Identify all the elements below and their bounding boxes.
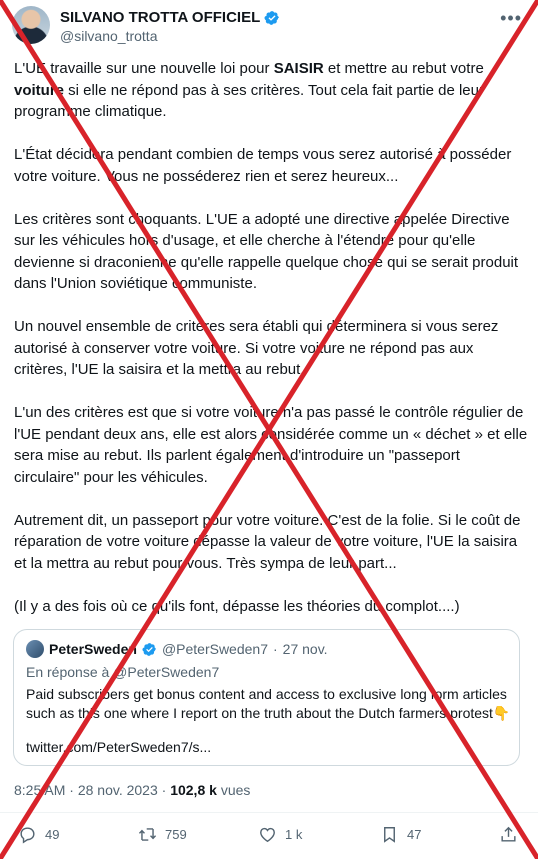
tweet-text-run: Autrement dit, un passeport pour votre v… — [14, 511, 521, 572]
tweet-text-run: L'UE travaille sur une nouvelle loi pour — [14, 60, 274, 77]
tweet-bold-text: SAISIR — [273, 60, 324, 77]
tweet-text-run: L'un des critères est que si votre voitu… — [14, 404, 528, 486]
tweet-paragraph: L'UE travaille sur une nouvelle loi pour… — [14, 58, 528, 123]
quote-separator: · — [273, 641, 278, 657]
tweet-paragraph: Un nouvel ensemble de critères sera étab… — [14, 316, 528, 381]
quote-body-text: Paid subscribers get bonus content and a… — [26, 686, 507, 721]
like-button[interactable]: 1 k — [258, 825, 302, 844]
tweet-paragraph: L'un des critères est que si votre voitu… — [14, 402, 528, 488]
quote-avatar — [26, 640, 44, 658]
tweet-text-run: et mettre au rebut votre — [323, 60, 484, 77]
quote-body: Paid subscribers get bonus content and a… — [26, 685, 511, 723]
meta-separator: · — [69, 782, 74, 798]
tweet-paragraph: Autrement dit, un passeport pour votre v… — [14, 510, 528, 575]
tweet-date[interactable]: 28 nov. 2023 — [78, 782, 158, 798]
tweet-bold-text: voiture — [14, 81, 65, 99]
quote-author-handle: @PeterSweden7 — [161, 641, 268, 657]
action-bar: 49 759 1 k 47 — [18, 825, 524, 847]
author-name[interactable]: SILVANO TROTTA OFFICIEL — [60, 9, 260, 26]
verified-badge-icon — [142, 642, 156, 656]
retweet-icon — [138, 828, 157, 841]
quoted-tweet[interactable]: PeterSweden @PeterSweden7 · 27 nov. En r… — [13, 629, 520, 766]
retweet-count: 759 — [165, 827, 187, 842]
quote-header: PeterSweden @PeterSweden7 · 27 nov. — [26, 640, 328, 658]
tweet-paragraph: L'État décidera pendant combien de temps… — [14, 144, 528, 187]
tweet-paragraph: (Il y a des fois où ce qu'ils font, dépa… — [14, 596, 528, 618]
tweet-text-run: si elle ne répond pas à ses critères. To… — [14, 81, 484, 121]
views-count: 102,8 k — [170, 782, 217, 798]
more-options-icon[interactable]: ••• — [500, 8, 522, 29]
tweet-text-run: Un nouvel ensemble de critères sera étab… — [14, 318, 499, 378]
quote-link[interactable]: twitter.com/PeterSweden7/s... — [26, 739, 211, 755]
bookmark-icon — [384, 827, 395, 843]
like-count: 1 k — [285, 827, 303, 842]
bookmark-button[interactable]: 47 — [380, 825, 421, 844]
heart-icon — [260, 827, 275, 843]
tweet-text-run: L'État décidera pendant combien de temps… — [14, 146, 512, 185]
author-avatar[interactable] — [12, 6, 50, 44]
share-button[interactable] — [499, 825, 518, 844]
tweet-time[interactable]: 8:25 AM — [14, 782, 65, 798]
quote-date: 27 nov. — [282, 641, 328, 657]
reply-count: 49 — [45, 827, 60, 842]
retweet-button[interactable]: 759 — [138, 825, 187, 844]
reply-icon — [20, 827, 35, 844]
quote-reply-to: En réponse à @PeterSweden7 — [26, 664, 220, 680]
share-icon — [501, 826, 516, 842]
tweet-text-run: (Il y a des fois où ce qu'ils font, dépa… — [14, 597, 460, 615]
tweet-header: SILVANO TROTTA OFFICIEL @silvano_trotta … — [12, 6, 526, 46]
pointing-down-emoji: 👇 — [492, 705, 511, 721]
author-handle[interactable]: @silvano_trotta — [60, 28, 157, 44]
tweet-text-run: Les critères sont choquants. L'UE a adop… — [14, 210, 519, 293]
author-name-row: SILVANO TROTTA OFFICIEL — [60, 9, 280, 26]
reply-button[interactable]: 49 — [18, 825, 59, 844]
meta-separator: · — [161, 782, 167, 798]
quote-author-name: PeterSweden — [49, 641, 137, 657]
tweet-paragraph: Les critères sont choquants. L'UE a adop… — [14, 209, 528, 295]
verified-badge-icon — [264, 10, 280, 25]
tweet-meta: 8:25 AM · 28 nov. 2023 · 102,8 k vues — [14, 782, 250, 798]
tweet-text: L'UE travaille sur une nouvelle loi pour… — [14, 58, 528, 639]
divider — [0, 812, 538, 813]
bookmark-count: 47 — [407, 827, 422, 842]
views-label: vues — [220, 782, 251, 798]
